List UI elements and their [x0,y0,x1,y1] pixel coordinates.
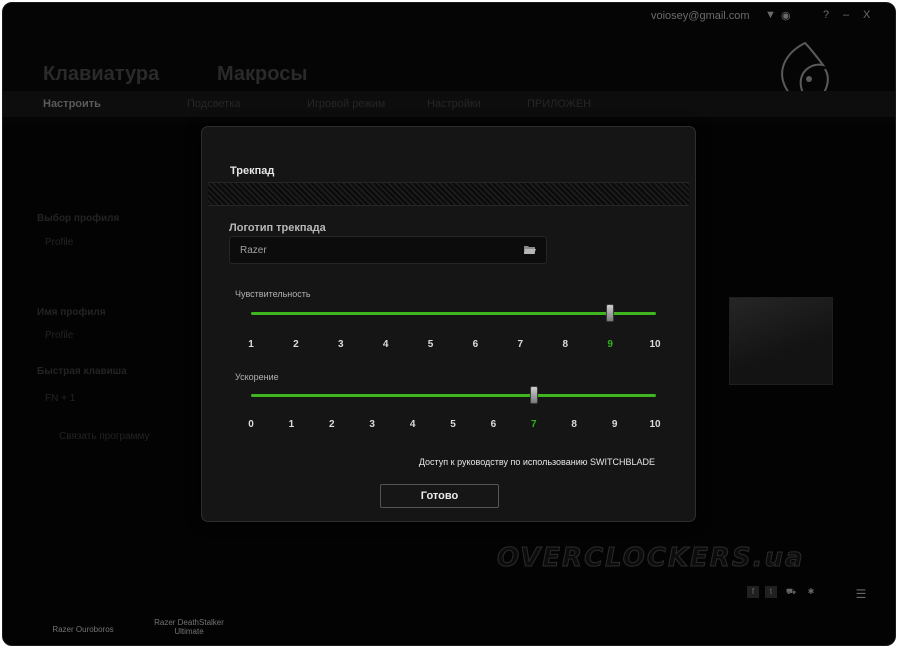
trackpad-dialog: Трекпад Логотип трекпада Razer Чувствите… [201,126,696,522]
sensitivity-tick-7: 7 [517,339,524,350]
acceleration-tick-10: 10 [649,419,661,430]
subtab-apps[interactable]: ПРИЛОЖЕН [527,98,591,110]
subtab-gaming-mode[interactable]: Игровой режим [307,98,385,110]
dialog-header-mesh [208,182,689,206]
sensitivity-tick-6: 6 [472,339,479,350]
acceleration-tick-7: 7 [531,419,537,430]
done-button[interactable]: Готово [380,484,499,508]
close-button[interactable]: X [863,9,870,21]
sensitivity-slider-handle[interactable] [606,304,615,322]
trackpad-logo-value: Razer [240,245,267,256]
acceleration-label: Ускорение [235,372,279,382]
sensitivity-tick-9: 9 [607,339,613,350]
sensitivity-tick-3: 3 [337,339,344,350]
globe-icon[interactable]: ◉ [781,9,791,22]
acceleration-tick-4: 4 [409,419,416,430]
switchblade-guide-link[interactable]: Доступ к руководству по использованию SW… [419,457,655,467]
sensitivity-tick-8: 8 [562,339,568,350]
subtab-settings[interactable]: Настройки [427,98,481,110]
subtab-lighting[interactable]: Подсветка [187,98,240,110]
sensitivity-tick-10: 10 [649,339,661,350]
sensitivity-tick-4: 4 [382,339,389,350]
account-email[interactable]: voiosey@gmail.com [651,10,750,22]
acceleration-tick-2: 2 [329,419,335,430]
tab-keyboard[interactable]: Клавиатура [43,63,159,86]
tab-macros[interactable]: Макросы [217,63,307,86]
sensitivity-label: Чувствительность [235,289,311,299]
folder-open-icon[interactable] [523,244,537,256]
sensitivity-tick-5: 5 [427,339,434,350]
acceleration-tick-1: 1 [288,419,295,430]
acceleration-tick-9: 9 [611,419,618,430]
acceleration-tick-3: 3 [369,419,375,430]
acceleration-slider-track[interactable] [251,394,656,397]
dialog-title: Трекпад [230,165,275,177]
trackpad-logo-label: Логотип трекпада [229,222,326,234]
help-button[interactable]: ? [823,9,829,21]
trackpad-logo-field[interactable]: Razer [229,236,547,264]
acceleration-slider-handle[interactable] [529,386,538,404]
acceleration-tick-6: 6 [490,419,497,430]
subtab-customize[interactable]: Настроить [43,98,101,110]
sensitivity-slider-track[interactable] [251,312,656,315]
acceleration-tick-8: 8 [571,419,577,430]
title-bar: voiosey@gmail.com ▼ ◉ ? – X [3,3,895,31]
minimize-button[interactable]: – [843,9,849,21]
sensitivity-tick-2: 2 [293,339,299,350]
acceleration-tick-0: 0 [248,419,254,430]
account-dropdown-icon[interactable]: ▼ [765,9,776,21]
acceleration-tick-5: 5 [450,419,456,430]
sensitivity-tick-1: 1 [248,339,254,350]
